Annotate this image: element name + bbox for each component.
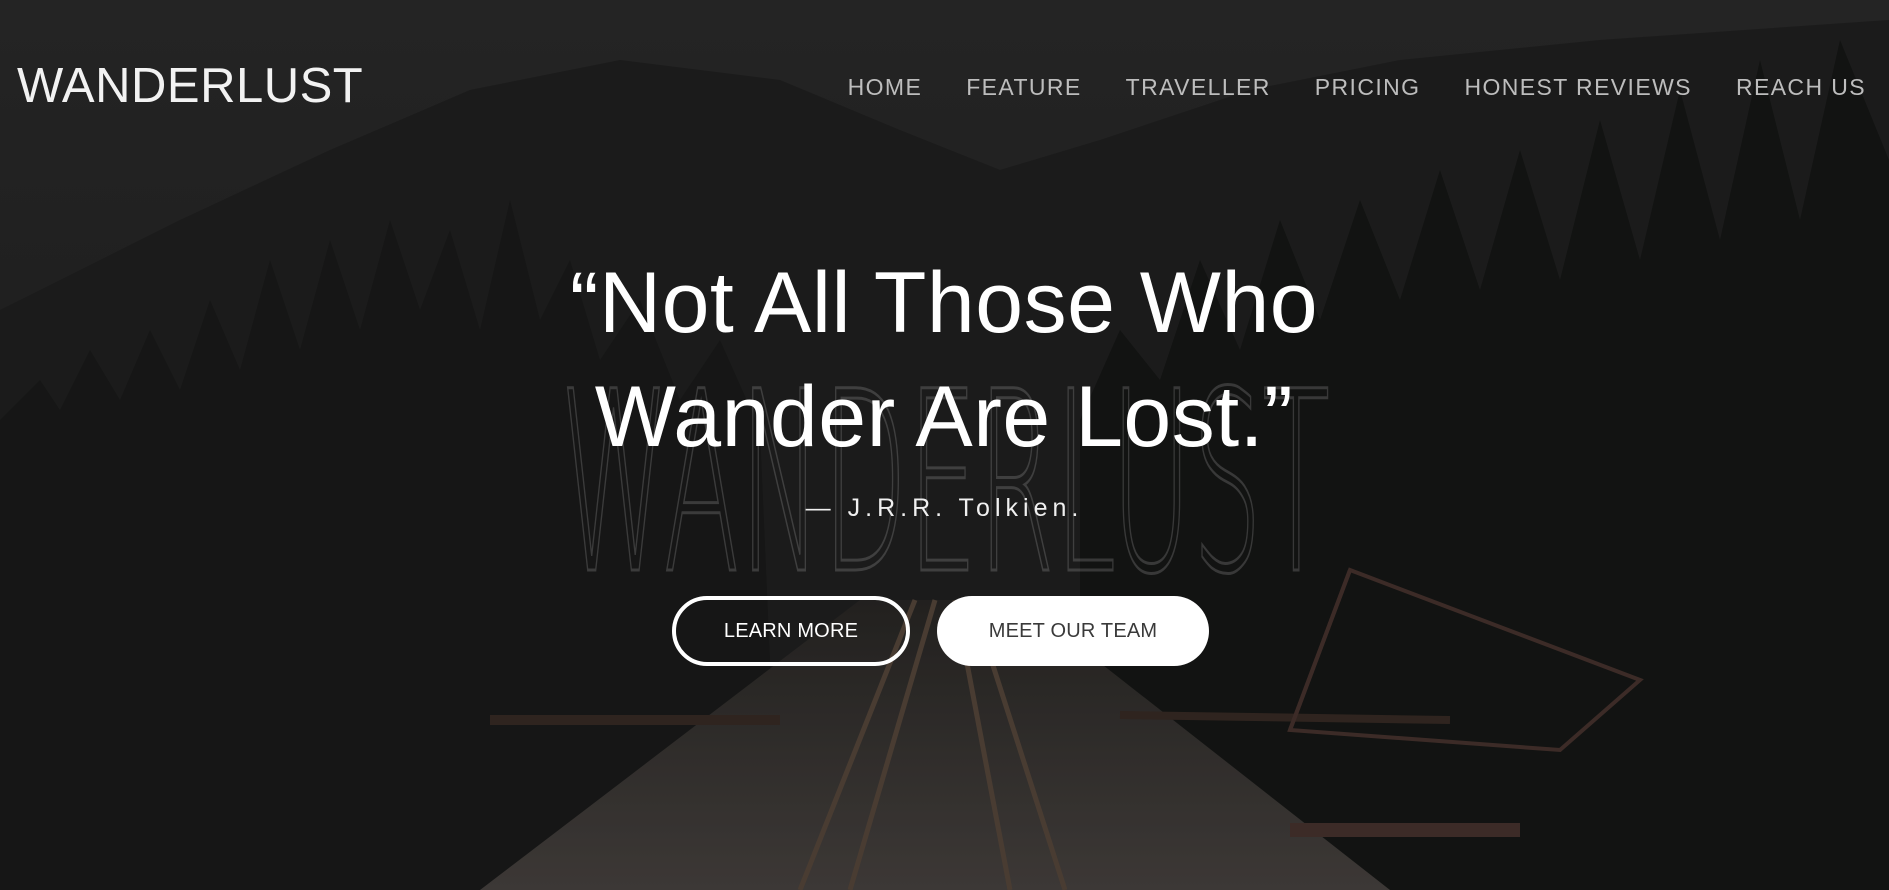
main-navigation: HOME FEATURE TRAVELLER PRICING HONEST RE… bbox=[804, 76, 1866, 99]
quote-author: — J.R.R. Tolkien. bbox=[805, 494, 1084, 522]
meet-our-team-button[interactable]: MEET OUR TEAM bbox=[937, 596, 1209, 666]
quote-line-2: Wander Are Lost.” bbox=[594, 369, 1294, 465]
site-logo[interactable]: WANDERLUST bbox=[17, 62, 363, 111]
nav-item-reach-us[interactable]: REACH US bbox=[1736, 76, 1866, 99]
nav-item-home[interactable]: HOME bbox=[848, 76, 923, 99]
nav-item-traveller[interactable]: TRAVELLER bbox=[1126, 76, 1271, 99]
nav-item-honest-reviews[interactable]: HONEST REVIEWS bbox=[1464, 76, 1692, 99]
nav-item-feature[interactable]: FEATURE bbox=[966, 76, 1081, 99]
hero-quote: “Not All Those Who Wander Are Lost.” bbox=[444, 246, 1444, 474]
learn-more-button[interactable]: LEARN MORE bbox=[672, 596, 910, 666]
quote-line-1: “Not All Those Who bbox=[569, 255, 1319, 351]
hero-section: WANDERLUST WANDERLUST HOME FEATURE TRAVE… bbox=[0, 0, 1889, 890]
nav-item-pricing[interactable]: PRICING bbox=[1315, 76, 1421, 99]
